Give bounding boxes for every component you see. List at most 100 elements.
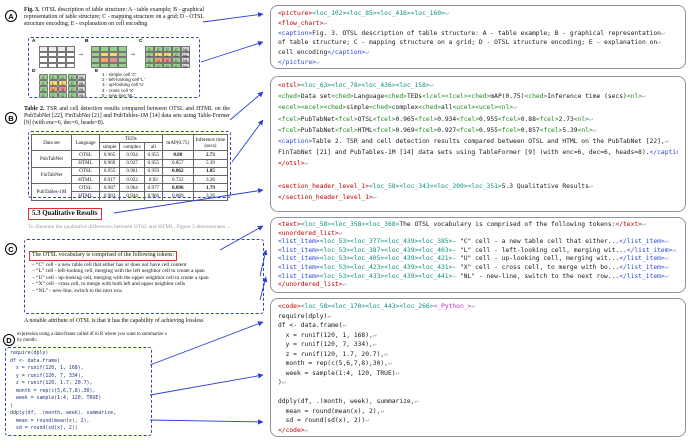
code-line: sd = round(sd(x), 2)) [10,425,147,433]
doctag-token: month = rep(c(5,6,7,8),30), [278,360,388,367]
doctag-line: <list_item><loc_53><loc_377><loc_439><lo… [278,238,678,247]
doctag-token: <fcel> [415,127,438,134]
results-table-body: PubTabNetOTSL0.9650.9340.9550.882.73 HTML… [32,151,228,200]
figure-grid-cell: NL [77,74,86,80]
doctag-token: require(dply) [278,313,327,320]
doctag-line: </unordered_list>↵ [278,281,678,290]
map-cell: 0.896 [162,184,193,192]
doctag-token: ↵ [282,379,286,386]
sketch-row [39,63,75,69]
doctag-token: </unordered_list> [278,281,342,288]
doctag-token: The OTSL vocabulary is comprised of the … [399,221,615,228]
doctag-token: <lcel> [445,93,468,100]
language-cell: OTSL [71,167,99,175]
dataset-cell: FinTabNet [32,167,72,183]
doctag-token: TEDs [407,93,422,100]
results-table-row: PubTabNetOTSL0.9650.9340.9550.882.73 [32,151,228,159]
doctag-token: ↵ [380,408,384,415]
doctag-token: 0.969 [396,127,415,134]
doctag-line: </code>↵ [278,426,678,436]
col-complex: complex [120,143,145,151]
doctag-token: <unordered_list> [278,230,339,237]
doctag-token: <loc_63><loc_78><loc_436><loc_158> [301,82,430,89]
connector-arrow [150,322,263,365]
doctag-line: cell encoding</caption>↵ [278,48,678,58]
table-caption: Table 2.TSR and cell detection results c… [24,106,230,127]
doctag-token: <fcel> [456,116,479,123]
doctag-token: <fcel> [415,116,438,123]
doctag-token: ↵ [642,221,646,228]
marker-b-badge: B [5,112,17,124]
doctag-token: FinTabNet [21] and PubTables-1M [14] dat… [278,149,650,156]
doctag-token: <list_item> [278,247,320,254]
structure-grid [91,46,127,68]
doctag-token: week = sample(1:4, 120, TRUE) [278,370,396,377]
dataset-cell: PubTables-1M [32,184,72,200]
doctag-token: ↵ [589,183,593,190]
doctag-token: <list_item> [278,264,320,271]
doctag-token: ↵ [365,49,369,56]
r-code-box: require(dply)df <- data.frame( x = runif… [5,347,152,436]
results-table-head: Data set Language TEDs mAP(0.75) Inferen… [32,135,228,151]
doctag-token: <_Python_> [433,303,471,310]
doctag-token: <ched> [369,104,392,111]
time-cell: 2.73 [193,151,227,159]
doctag-line: </otsl>↵ [278,158,678,169]
figure-grid-cell: L [49,80,58,86]
marker-a-badge: A [5,10,17,22]
doctags-code-panel: <code><loc_58><loc_170><loc_443><loc_266… [270,298,686,437]
doctag-token: ↵ [316,59,320,66]
doctag-token: mAP(0.75) [490,93,524,100]
doctag-line: <flow_chart>↵ [278,19,678,29]
doctag-line: <unordered_list>↵ [278,230,678,239]
section-header: 5.3 Qualitative Results [28,208,102,220]
doctag-token: ↵ [373,332,377,339]
simple-cell: 0.969 [100,159,120,167]
doctag-line: week = sample(1:4, 120, TRUE)↵ [278,369,678,379]
doctag-token: </section_header_level_1> [278,194,373,201]
doctag-line: df <- data.frame(↵ [278,321,678,331]
connector-arrow [203,14,263,22]
figure-grid-cell: C [68,86,77,92]
figure-grid-cell: L [58,80,67,86]
doctag-line: ddply(df, .(month, week), summarize,↵ [278,397,678,407]
code-line: ddply(df, .(month, week), summarize, [10,410,147,418]
sub-label-a: A [32,39,35,44]
sub-label-c: C [139,39,142,44]
doctag-line: <list_item><loc_53><loc_433><loc_439><lo… [278,273,678,282]
doctag-token: ↵ [672,247,676,254]
doctag-token: ↵ [593,127,597,134]
language-cell: HTML [71,175,99,183]
col-simple: simple [100,143,120,151]
doctag-token: <fcel> [373,116,396,123]
doctag-token: <list_item> [278,255,320,262]
doctag-token: <otsl> [278,82,301,89]
doctag-token: <code> [278,303,301,310]
all-cell: 0.959 [145,167,163,175]
doctag-token: <section_header_level_1> [278,183,369,190]
complex-cell: 0.934 [120,151,145,159]
doctag-token: </picture> [278,59,316,66]
figure-grid-cell: C [68,80,77,86]
connector-arrow [150,375,263,395]
doctag-token: of table structure; C - mapping structur… [278,39,657,46]
figure-grid-cell: C [68,74,77,80]
doctag-token: <loc_53><loc_377><loc_439><loc_385> [320,238,453,245]
doctag-token: 0.927 [437,127,456,134]
doctag-line: </picture>↵ [278,58,678,68]
connector-arrow [150,420,263,422]
figure-grid-cell [118,63,127,69]
vocab-intro: The OTSL vocabulary is comprised of the … [29,251,177,261]
marker-c-badge: C [5,243,17,255]
doctag-line: y = runif(120, 7, 334),↵ [278,340,678,350]
simple-cell: 0.955 [100,167,120,175]
time-cell: 1.85 [193,167,227,175]
doctag-token: <fcel> [540,127,563,134]
doctag-token: <ched> [468,93,491,100]
doctag-token: <ecel> [301,104,324,111]
doctag-token: ↵ [373,194,377,201]
doctag-token: ↵ [396,370,400,377]
results-table: Data set Language TEDs mAP(0.75) Inferen… [31,134,228,201]
connector-arrow [232,120,263,162]
vocab-list: “C” cell - a new table cell that either … [29,262,259,294]
